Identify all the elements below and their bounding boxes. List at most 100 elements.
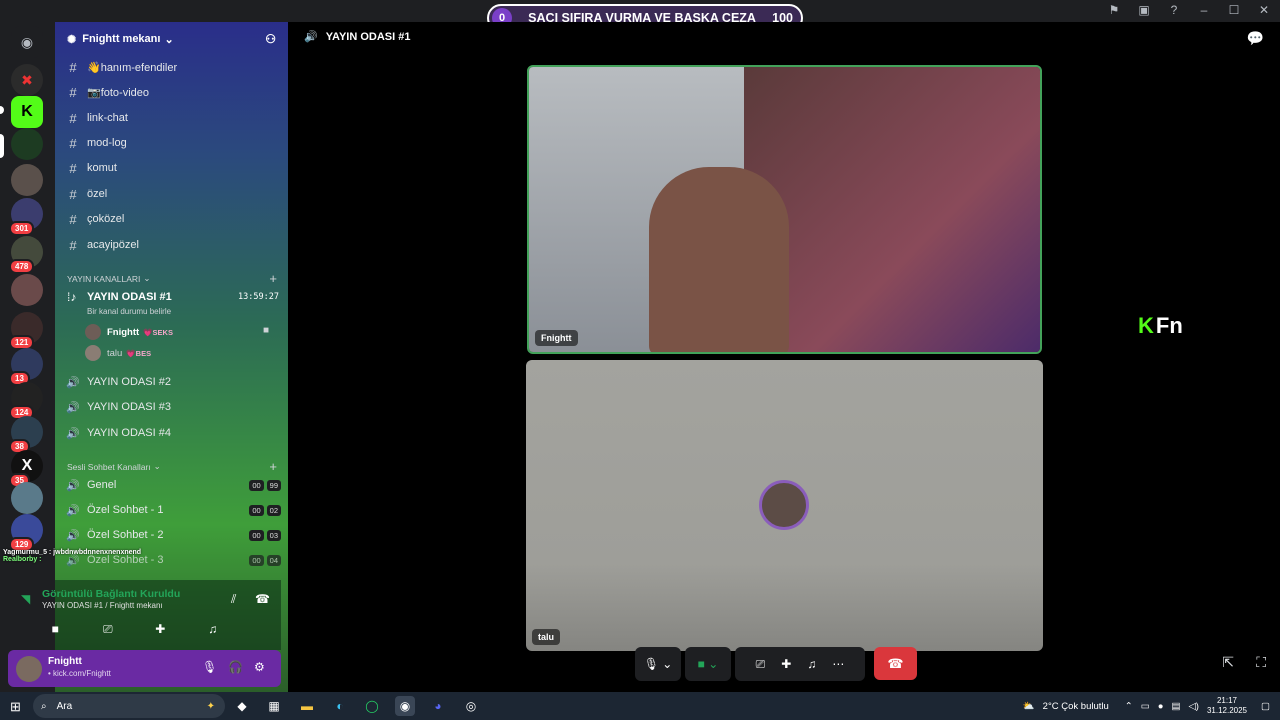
- member-name: Fnightt: [107, 326, 140, 338]
- store-icon[interactable]: ▦: [264, 696, 284, 716]
- server-icon[interactable]: 124: [9, 382, 43, 420]
- category-sesli[interactable]: Sesli Sohbet Kanalları ⌄ +: [67, 459, 277, 474]
- channel-item[interactable]: # link-chat: [63, 107, 281, 129]
- channel-item[interactable]: # özel: [63, 183, 281, 205]
- server-header[interactable]: ✺ Fnightt mekanı ⌄ ⚇: [55, 22, 288, 56]
- activities-button[interactable]: ✚: [138, 618, 182, 640]
- maximize-button[interactable]: ☐: [1226, 3, 1242, 17]
- inbox-icon[interactable]: ▣: [1136, 3, 1152, 17]
- chat-line: Realborby :: [3, 556, 42, 563]
- x-server-icon[interactable]: X 35: [9, 450, 43, 488]
- channel-item[interactable]: # mod-log: [63, 132, 281, 154]
- screen-share-icon[interactable]: ⎚: [756, 657, 766, 672]
- gear-icon[interactable]: ⚙: [254, 660, 265, 674]
- headphones-icon[interactable]: 🎧: [228, 660, 243, 674]
- channel-item[interactable]: # çoközel: [63, 208, 281, 230]
- volume-icon[interactable]: ◁): [1188, 701, 1198, 712]
- voice-channel-item[interactable]: 🔊 YAYIN ODASI #4: [63, 422, 281, 444]
- noise-suppression-icon[interactable]: ⫽: [231, 592, 236, 607]
- server-icon[interactable]: ✖: [11, 64, 43, 96]
- connection-location[interactable]: YAYIN ODASI #1 / Fnightt mekanı: [42, 601, 163, 610]
- notifications-icon[interactable]: ▢: [1261, 701, 1270, 712]
- soundboard-button[interactable]: ♫: [191, 618, 235, 640]
- chat-bubble-icon[interactable]: 💬: [1247, 30, 1264, 47]
- channel-item[interactable]: # 📷foto-video: [63, 81, 281, 103]
- file-explorer-icon[interactable]: ▬: [297, 696, 317, 716]
- battery-icon[interactable]: ▭: [1141, 701, 1150, 712]
- disconnect-icon[interactable]: ☎: [255, 592, 270, 606]
- activities-icon[interactable]: ✚: [781, 657, 791, 671]
- badge: 301: [9, 221, 35, 236]
- server-icon[interactable]: 13: [9, 348, 43, 386]
- network-icon[interactable]: ▤: [1172, 701, 1181, 712]
- server-boost-icon: ✺: [67, 33, 77, 46]
- server-icon[interactable]: 301: [9, 198, 43, 236]
- user-max: 02: [266, 504, 281, 516]
- more-options-icon[interactable]: ⋯: [832, 657, 844, 671]
- add-member-icon[interactable]: ⚇: [265, 32, 276, 46]
- channel-name: YAYIN ODASI #4: [87, 427, 171, 439]
- chevron-up-icon[interactable]: ⌃: [1125, 701, 1133, 712]
- taskbar-clock[interactable]: 21:17 31.12.2025: [1207, 696, 1247, 716]
- hang-up-button[interactable]: ☎: [874, 647, 917, 680]
- taskbar-search[interactable]: ⌕ Ara ✦: [33, 694, 225, 718]
- webcam-person: [649, 167, 789, 352]
- server-icon[interactable]: [11, 482, 43, 514]
- add-channel-icon[interactable]: +: [269, 271, 277, 286]
- discord-home-icon[interactable]: ◉: [11, 26, 43, 58]
- server-icon[interactable]: 121: [9, 312, 43, 350]
- close-button[interactable]: ✕: [1256, 3, 1272, 17]
- camera-button[interactable]: ■: [33, 618, 77, 640]
- active-voice-channel[interactable]: ⁞♪ YAYIN ODASI #1 13:59:27 Bir kanal dur…: [63, 285, 281, 319]
- server-icon[interactable]: 129: [9, 514, 43, 552]
- voice-channel-name: YAYIN ODASI #1: [87, 291, 172, 303]
- avatar: [759, 480, 809, 530]
- pop-out-icon[interactable]: ⇱: [1222, 654, 1234, 671]
- video-tile[interactable]: talu: [526, 360, 1043, 651]
- voice-member[interactable]: Fnightt 💗SEKS: [85, 322, 173, 342]
- voice-channel-item[interactable]: 🔊 YAYIN ODASI #2: [63, 371, 281, 393]
- title-bar-icons: ⚑ ▣ ? – ☐ ✕: [1106, 3, 1272, 17]
- fullscreen-icon[interactable]: ⛶: [1256, 654, 1266, 671]
- discord-taskbar-icon[interactable]: ◕: [428, 696, 448, 716]
- microphone-button[interactable]: 🎙 ⌄: [635, 647, 681, 681]
- copilot-icon[interactable]: ◆: [232, 696, 252, 716]
- chevron-down-icon: ⌄: [153, 461, 161, 471]
- weather-text[interactable]: 2°C Çok bulutlu: [1043, 701, 1109, 712]
- windows-start-icon[interactable]: ⊞: [10, 699, 21, 715]
- chrome-icon[interactable]: ◉: [395, 696, 415, 716]
- server-icon[interactable]: 38: [9, 416, 43, 454]
- soundboard-icon[interactable]: ♫: [807, 657, 816, 671]
- voice-channel-item[interactable]: 🔊 Genel 00 99: [63, 474, 281, 496]
- voice-channel-item[interactable]: 🔊 Özel Sohbet - 2 00 03: [63, 524, 281, 546]
- help-icon[interactable]: ?: [1166, 3, 1182, 17]
- voice-member[interactable]: talu 💗BES: [85, 343, 151, 363]
- hash-icon: #: [69, 135, 77, 151]
- flag-icon[interactable]: ⚑: [1106, 3, 1122, 17]
- add-channel-icon[interactable]: +: [269, 459, 277, 474]
- avatar[interactable]: [16, 656, 42, 682]
- video-tile[interactable]: Fnightt: [527, 65, 1042, 354]
- channel-name: 📷foto-video: [87, 86, 150, 99]
- microphone-icon[interactable]: 🎙: [202, 660, 217, 674]
- server-icon[interactable]: [11, 128, 43, 160]
- server-icon[interactable]: [11, 274, 43, 306]
- channel-item[interactable]: # acayipözel: [63, 234, 281, 256]
- voice-channel-item[interactable]: 🔊 YAYIN ODASI #3: [63, 396, 281, 418]
- server-icon[interactable]: [11, 164, 43, 196]
- server-icon[interactable]: 478: [9, 236, 43, 274]
- channel-item[interactable]: # 👋hanım-efendiler: [63, 56, 281, 78]
- screen-share-button[interactable]: ⎚: [86, 618, 130, 640]
- channel-status[interactable]: Bir kanal durumu belirle: [87, 307, 171, 316]
- mic-tray-icon[interactable]: ●: [1158, 701, 1164, 712]
- obs-icon[interactable]: ◎: [461, 696, 481, 716]
- channel-item[interactable]: # komut: [63, 157, 281, 179]
- minimize-button[interactable]: –: [1196, 3, 1212, 17]
- whatsapp-icon[interactable]: ◯: [362, 696, 382, 716]
- camera-button[interactable]: ■ ⌄: [685, 647, 731, 681]
- voice-channel-item[interactable]: 🔊 Özel Sohbet - 1 00 02: [63, 499, 281, 521]
- edge-icon[interactable]: ◐: [330, 696, 350, 716]
- category-yayin[interactable]: YAYIN KANALLARI ⌄ +: [67, 271, 277, 286]
- kick-server-icon[interactable]: K: [11, 96, 43, 128]
- kick-logo-icon: K: [1138, 313, 1154, 338]
